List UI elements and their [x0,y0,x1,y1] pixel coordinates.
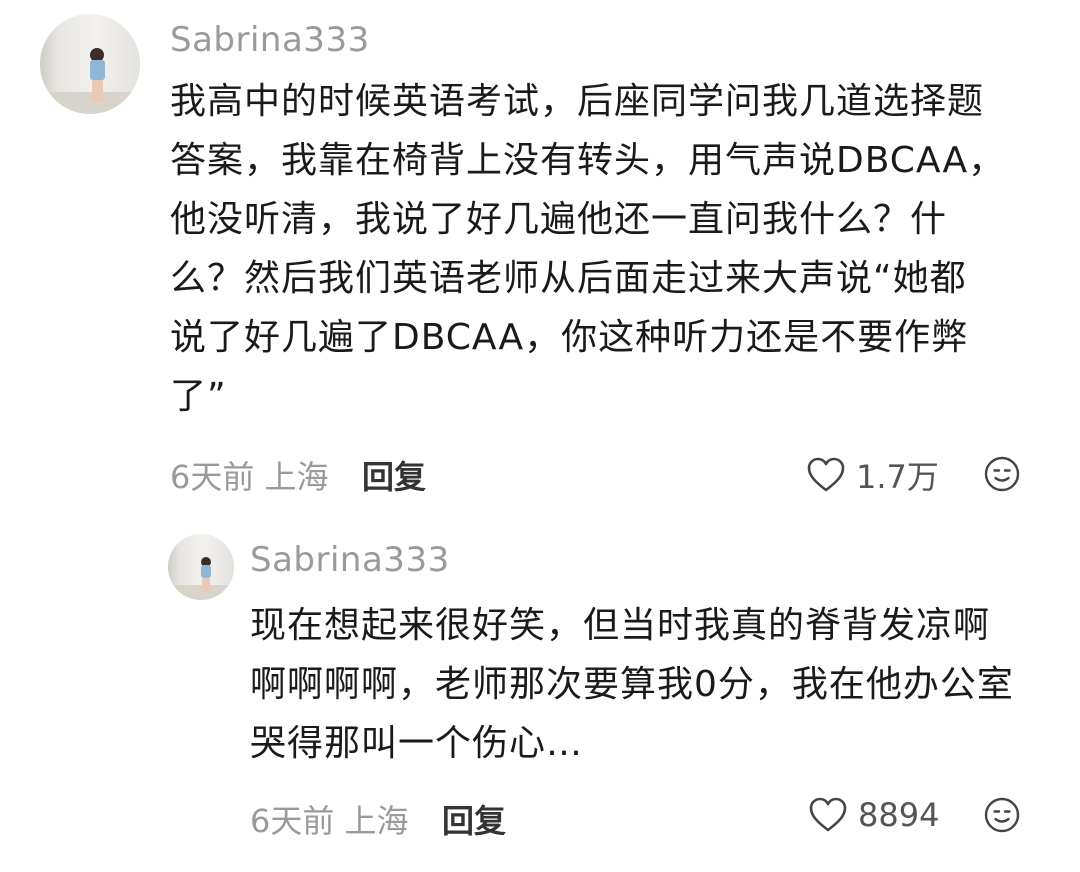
comment-meta: 6天前 上海 [170,452,329,498]
comment-meta: 6天前 上海 [250,796,409,842]
comment-time: 6天前 [170,458,255,496]
reply-button[interactable]: 回复 [362,452,426,498]
avatar[interactable] [40,14,140,114]
like-button[interactable]: 1.7万 [806,452,939,498]
comment-location: 上海 [264,458,329,496]
like-count: 8894 [858,796,940,834]
comment-time: 6天前 [250,802,335,840]
comment-text: 我高中的时候英语考试，后座同学问我几道选择题 答案，我靠在椅背上没有转头，用气声… [170,81,1006,417]
comment: Sabrina333 我高中的时候英语考试，后座同学问我几道选择题 答案，我靠在… [0,0,1080,520]
smiley-face-icon[interactable] [983,796,1021,838]
reply-comment: Sabrina333 现在想起来很好笑，但当时我真的脊背发凉啊 啊啊啊啊，老师那… [0,520,1080,872]
comment-text: 现在想起来很好笑，但当时我真的脊背发凉啊 啊啊啊啊，老师那次要算我0分，我在他办… [250,605,1014,764]
username[interactable]: Sabrina333 [170,20,370,60]
heart-outline-icon [808,796,848,834]
smiley-face-icon[interactable] [983,455,1021,497]
reply-button[interactable]: 回复 [442,796,506,842]
username[interactable]: Sabrina333 [250,540,450,580]
like-button[interactable]: 8894 [808,796,939,834]
avatar[interactable] [168,534,234,600]
like-count: 1.7万 [856,458,939,496]
comment-location: 上海 [344,802,409,840]
heart-outline-icon [806,456,846,494]
